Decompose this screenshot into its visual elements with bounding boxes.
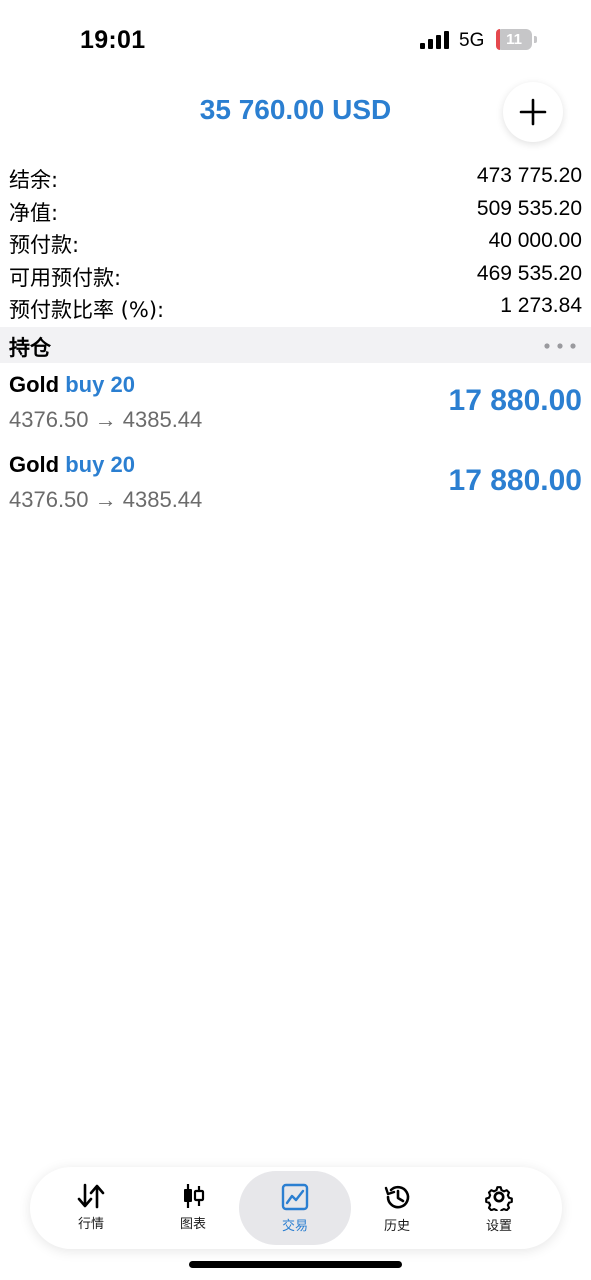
account-value: 473 775.20 <box>476 164 582 187</box>
position-symbol-line: Gold buy 20 <box>9 372 135 398</box>
tab-history[interactable]: 历史 <box>344 1167 450 1249</box>
more-dots-icon[interactable] <box>544 343 576 349</box>
position-side: buy 20 <box>65 372 135 397</box>
history-clock-icon <box>384 1185 410 1209</box>
account-row-free-margin: 可用预付款: 469 535.20 <box>0 258 591 291</box>
tab-label: 交易 <box>281 1219 308 1234</box>
position-side: buy 20 <box>65 452 135 477</box>
position-symbol: Gold <box>9 372 60 397</box>
cellular-signal-icon <box>420 31 449 49</box>
status-time: 19:01 <box>80 26 146 54</box>
position-row[interactable]: Gold buy 20 4376.50 → 4385.44 17 880.00 <box>0 444 591 524</box>
account-value: 40 000.00 <box>488 229 582 252</box>
account-label: 预付款比率 (%): <box>9 298 165 322</box>
account-value: 1 273.84 <box>500 294 582 317</box>
account-value: 509 535.20 <box>476 196 582 220</box>
tab-settings[interactable]: 设置 <box>446 1167 552 1249</box>
tab-label: 图表 <box>179 1217 206 1232</box>
quotes-arrows-icon <box>77 1183 105 1209</box>
account-row-balance: 结余: 473 775.20 <box>0 160 591 193</box>
position-symbol: Gold <box>9 452 60 477</box>
plus-icon <box>519 98 547 126</box>
position-profit: 17 880.00 <box>448 384 582 417</box>
trade-chart-icon <box>281 1183 309 1211</box>
position-profit: 17 880.00 <box>448 464 582 497</box>
account-summary: 结余: 473 775.20 净值: 509 535.20 预付款: 40 00… <box>0 160 591 323</box>
battery-level: 11 <box>506 31 522 48</box>
header: 35 760.00 USD <box>0 80 591 158</box>
position-row[interactable]: Gold buy 20 4376.50 → 4385.44 17 880.00 <box>0 364 591 444</box>
account-row-equity: 净值: 509 535.20 <box>0 193 591 226</box>
home-indicator <box>189 1261 402 1268</box>
tab-quotes[interactable]: 行情 <box>38 1167 144 1249</box>
tab-label: 行情 <box>77 1217 104 1232</box>
candlestick-chart-icon <box>184 1184 205 1208</box>
account-value: 469 535.20 <box>476 261 582 285</box>
add-order-button[interactable] <box>503 82 563 142</box>
position-prices: 4376.50 → 4385.44 <box>9 487 203 512</box>
account-label: 预付款: <box>9 233 80 257</box>
tab-trade[interactable]: 交易 <box>239 1171 351 1245</box>
account-label: 可用预付款: <box>9 265 122 290</box>
positions-title: 持仓 <box>9 336 51 360</box>
battery-cap <box>534 36 537 43</box>
network-type: 5G <box>459 30 485 51</box>
account-label: 净值: <box>9 200 59 225</box>
account-row-margin-level: 预付款比率 (%): 1 273.84 <box>0 290 591 323</box>
tab-label: 历史 <box>383 1219 410 1234</box>
status-bar: 19:01 5G 11 <box>0 0 591 80</box>
battery-icon: 11 <box>496 29 532 50</box>
account-label: 结余: <box>9 168 59 192</box>
bottom-tab-bar: 行情 图表 交易 历史 设置 <box>30 1167 562 1249</box>
account-row-margin: 预付款: 40 000.00 <box>0 225 591 258</box>
position-prices: 4376.50 → 4385.44 <box>9 407 203 432</box>
tab-charts[interactable]: 图表 <box>140 1167 246 1249</box>
settings-gear-icon <box>485 1186 513 1211</box>
position-symbol-line: Gold buy 20 <box>9 452 135 478</box>
tab-label: 设置 <box>485 1219 512 1234</box>
positions-section-header: 持仓 <box>0 327 591 363</box>
